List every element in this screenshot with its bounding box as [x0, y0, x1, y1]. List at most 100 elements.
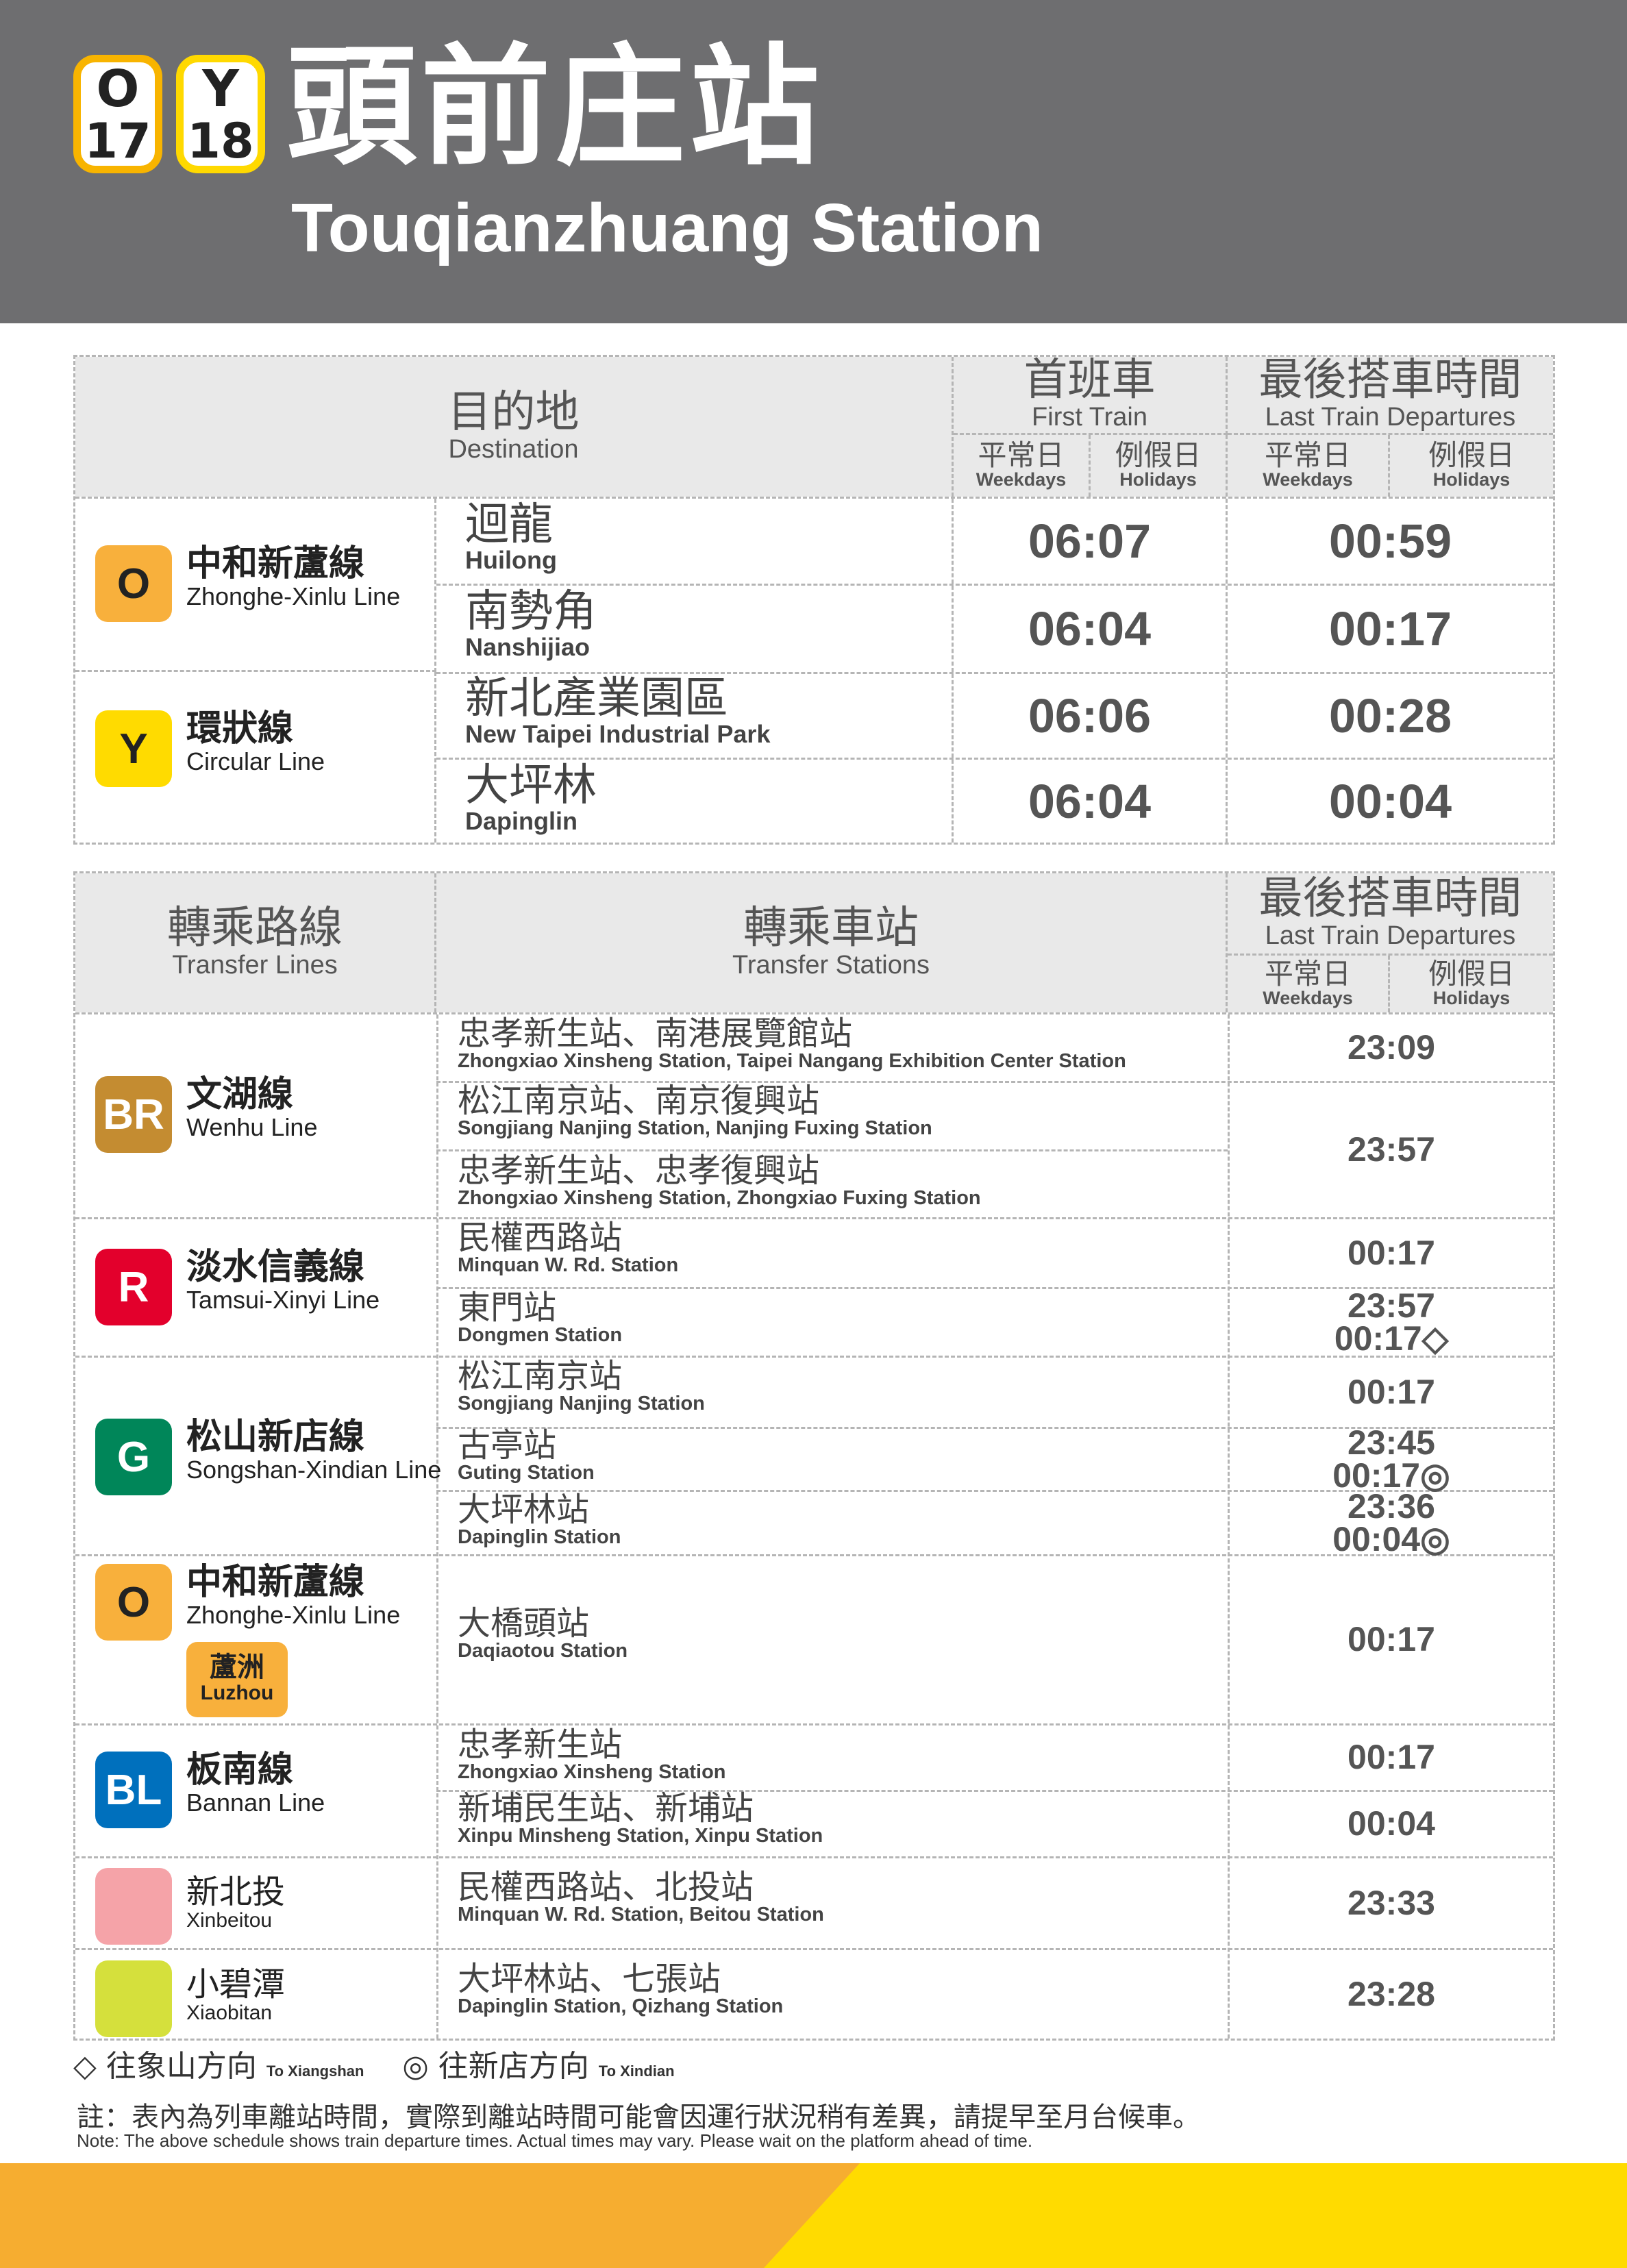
footer-color-stripe	[0, 2163, 1627, 2268]
station-zh: 松江南京站	[458, 1357, 623, 1395]
line-r-name: 淡水信義線 Tamsui-Xinyi Line	[186, 1249, 380, 1313]
station-label: 大坪林站 Dapinglin Station	[438, 1493, 621, 1549]
badge-number: 18	[187, 112, 254, 169]
time-value: 23:57	[1347, 1286, 1435, 1325]
station-en: Songjiang Nanjing Station, Nanjing Fuxin…	[458, 1117, 932, 1139]
line-name-en: Songshan-Xindian Line	[186, 1455, 442, 1484]
station-zh: 新埔民生站、新埔站	[458, 1789, 754, 1828]
station-cell: 新埔民生站、新埔站 Xinpu Minsheng Station, Xinpu S…	[438, 1792, 1228, 1856]
line-name-en: Wenhu Line	[186, 1112, 318, 1141]
station-label: 民權西路站 Minquan W. Rd. Station	[438, 1221, 678, 1277]
station-cell: 大橋頭站 Daqiaotou Station	[438, 1556, 1228, 1723]
station-en: Minquan W. Rd. Station	[458, 1254, 679, 1276]
line-o-name: 中和新蘆線 Zhonghe-Xinlu Line	[186, 545, 400, 610]
last-train-time: 23:57	[1230, 1083, 1553, 1217]
station-zh: 忠孝新生站	[458, 1725, 623, 1764]
last-train-time: 23:09	[1230, 1014, 1553, 1081]
weekdays-zh: 平常日	[1264, 438, 1351, 473]
time-value: 23:45	[1347, 1423, 1435, 1462]
footer-stripe-graphic	[0, 2163, 1627, 2268]
station-en: Songjiang Nanjing Station	[458, 1393, 705, 1415]
station-zh: 古亭站	[458, 1426, 557, 1465]
weekdays-en: Weekdays	[1263, 987, 1353, 1008]
station-label: 大坪林站、七張站 Dapinglin Station, Qizhang Stati…	[438, 1962, 783, 2018]
destination-label: 新北產業園區 New Taipei Industrial Park	[465, 677, 770, 748]
first-train-zh: 首班車	[1023, 355, 1156, 406]
station-zh: 忠孝新生站、忠孝復興站	[458, 1151, 820, 1190]
badge-number: 17	[84, 112, 151, 169]
line-name-en: Zhonghe-Xinlu Line	[186, 582, 401, 610]
destination-cell: 新北產業園區 New Taipei Industrial Park	[436, 674, 954, 758]
destination-header-zh: 目的地	[447, 386, 580, 438]
xinbeitou-branch-icon	[95, 1868, 172, 1945]
line-r-icon: R	[95, 1249, 172, 1325]
line-o-icon: O	[95, 545, 172, 622]
line-br-name: 文湖線 Wenhu Line	[186, 1076, 317, 1141]
first-train-en: First Train	[1032, 403, 1147, 432]
station-cell: 松江南京站、南京復興站 Songjiang Nanjing Station, Na…	[438, 1083, 1228, 1149]
dest-en: Huilong	[465, 546, 557, 574]
line-g-name: 松山新店線 Songshan-Xindian Line	[186, 1419, 441, 1483]
station-code-badge-y: Y 18	[176, 55, 265, 173]
last-train-time: 00:59	[1328, 514, 1452, 568]
line-br-icon: BR	[95, 1076, 172, 1153]
table-row: 迴龍 Huilong 06:07 00:59	[436, 499, 1553, 586]
weekdays-en: Weekdays	[1263, 469, 1353, 490]
station-label: 忠孝新生站、忠孝復興站 Zhongxiao Xinsheng Station, Z…	[438, 1154, 981, 1210]
destination-cell: 大坪林 Dapinglin	[436, 760, 954, 843]
destination-header: 目的地 Destination	[75, 357, 954, 497]
station-en: Guting Station	[458, 1462, 595, 1484]
station-name-en: Touqianzhuang Station	[291, 190, 1043, 266]
station-label: 新埔民生站、新埔站 Xinpu Minsheng Station, Xinpu S…	[438, 1792, 823, 1847]
luzhou-branch-badge: 蘆洲 Luzhou	[186, 1642, 288, 1717]
weekdays-zh: 平常日	[1264, 956, 1351, 990]
line-y-icon: Y	[95, 710, 172, 787]
line-name-zh: 松山新店線	[186, 1417, 365, 1458]
last-train-time: 23:28	[1230, 1950, 1553, 2039]
dest-en: Dapinglin	[465, 807, 577, 835]
line-name-zh: 小碧潭	[186, 1965, 286, 2004]
transfer-table: 轉乘路線 Transfer Lines 轉乘車站 Transfer Statio…	[73, 871, 1555, 2041]
last-train-en: Last Train Departures	[1265, 403, 1516, 432]
station-label: 民權西路站、北投站 Minquan W. Rd. Station, Beitou …	[438, 1871, 824, 1926]
line-name-zh: 文湖線	[186, 1074, 294, 1115]
last-train-time: 00:28	[1328, 689, 1452, 743]
station-cell: 古亭站 Guting Station	[438, 1429, 1228, 1490]
station-en: Dongmen Station	[458, 1324, 623, 1346]
line-g-icon: G	[95, 1419, 172, 1495]
table-row: 大坪林 Dapinglin 06:04 00:04	[436, 760, 1553, 843]
line-name-zh: 環狀線	[186, 708, 294, 749]
line-name-en: Tamsui-Xinyi Line	[186, 1285, 380, 1314]
dest-zh: 大坪林	[465, 760, 597, 811]
station-label: 松江南京站 Songjiang Nanjing Station	[438, 1360, 705, 1415]
destination-label: 大坪林 Dapinglin	[465, 764, 597, 835]
dest-zh: 南勢角	[465, 586, 597, 637]
legend-xindian: ◎ 往新店方向	[402, 2049, 589, 2084]
line-bl-name: 板南線 Bannan Line	[186, 1752, 325, 1816]
station-zh: 民權西路站	[458, 1219, 623, 1257]
station-cell: 大坪林站 Dapinglin Station	[438, 1492, 1228, 1554]
last-train-time: 00:04	[1230, 1792, 1553, 1856]
line-name-en: Bannan Line	[186, 1788, 325, 1817]
branch-en: Luzhou	[200, 1682, 274, 1704]
note-zh: 註：表內為列車離站時間，實際到離站時間可能會因運行狀況稍有差異，請提早至月台候車…	[77, 2102, 1200, 2133]
last-train-time: 00:17	[1230, 1219, 1553, 1287]
first-last-train-table: 目的地 Destination 首班車 First Train 最後搭車時間 L…	[73, 355, 1555, 845]
last-train-header: 最後搭車時間 Last Train Departures	[1228, 357, 1553, 435]
transfer-holidays-header: 例假日 Holidays	[1390, 956, 1553, 1012]
last-train-time: 00:17	[1230, 1358, 1553, 1427]
holidays-en: Holidays	[1119, 469, 1197, 490]
weekdays-zh: 平常日	[978, 438, 1065, 473]
last-train-time: 00:17	[1328, 602, 1452, 656]
station-cell: 民權西路站、北投站 Minquan W. Rd. Station, Beitou …	[438, 1858, 1228, 1948]
station-cell: 忠孝新生站 Zhongxiao Xinsheng Station	[438, 1725, 1228, 1790]
holidays-zh: 例假日	[1428, 438, 1515, 473]
transfer-stations-zh: 轉乘車站	[743, 903, 919, 954]
last-train-time: 23:57 00:17◇	[1230, 1286, 1553, 1356]
station-zh: 大坪林站、七張站	[458, 1960, 721, 1998]
line-cell-o: O 中和新蘆線 Zhonghe-Xinlu Line	[75, 499, 436, 672]
destination-label: 南勢角 Nanshijiao	[465, 590, 597, 661]
station-zh: 忠孝新生站、南港展覽館站	[458, 1014, 853, 1053]
first-train-header: 首班車 First Train	[954, 357, 1228, 435]
station-cell: 忠孝新生站、南港展覽館站 Zhongxiao Xinsheng Station, …	[438, 1014, 1228, 1081]
